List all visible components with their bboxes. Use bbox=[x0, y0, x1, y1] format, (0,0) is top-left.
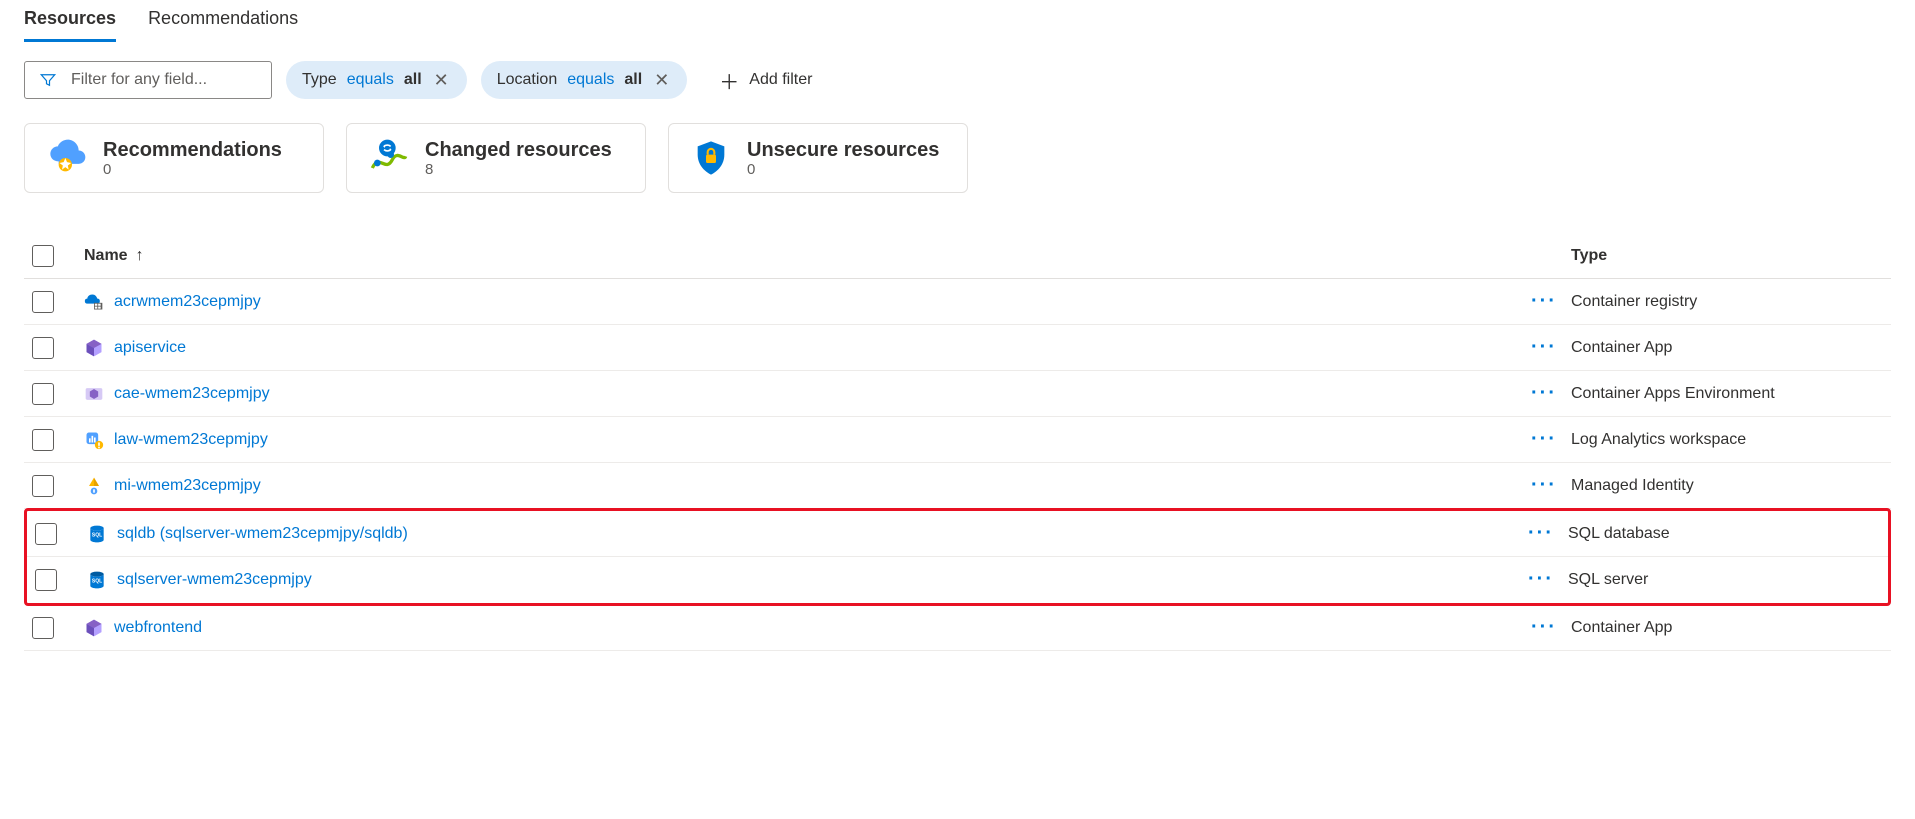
filter-pill-type[interactable]: Type equals all ✕ bbox=[286, 61, 467, 99]
highlighted-rows: SQL sqldb (sqlserver-wmem23cepmjpy/sqldb… bbox=[24, 508, 1891, 606]
resource-type: Container Apps Environment bbox=[1571, 385, 1891, 403]
resource-link[interactable]: sqldb (sqlserver-wmem23cepmjpy/sqldb) bbox=[117, 525, 408, 543]
resource-link[interactable]: acrwmem23cepmjpy bbox=[114, 293, 261, 311]
row-checkbox[interactable] bbox=[32, 383, 54, 405]
resource-link[interactable]: law-wmem23cepmjpy bbox=[114, 431, 268, 449]
resource-link[interactable]: mi-wmem23cepmjpy bbox=[114, 477, 261, 495]
pill-type-label: Type bbox=[302, 71, 337, 89]
row-more-button[interactable]: ··· bbox=[1517, 616, 1571, 639]
filter-pill-location[interactable]: Location equals all ✕ bbox=[481, 61, 688, 99]
row-more-button[interactable]: ··· bbox=[1517, 382, 1571, 405]
sql-db-icon: SQL bbox=[87, 524, 107, 544]
table-row: SQL sqldb (sqlserver-wmem23cepmjpy/sqldb… bbox=[27, 511, 1888, 557]
pill-loc-label: Location bbox=[497, 71, 558, 89]
col-type[interactable]: Type bbox=[1571, 247, 1891, 265]
summary-cards: Recommendations 0 Changed resources 8 bbox=[24, 123, 1891, 193]
row-more-button[interactable]: ··· bbox=[1514, 522, 1568, 545]
resources-table: Name ↑ Type acrwmem23cepmjpy ··· Contain… bbox=[24, 233, 1891, 651]
table-row: law-wmem23cepmjpy ··· Log Analytics work… bbox=[24, 417, 1891, 463]
row-more-button[interactable]: ··· bbox=[1514, 568, 1568, 591]
table-row: mi-wmem23cepmjpy ··· Managed Identity bbox=[24, 463, 1891, 509]
add-filter-button[interactable]: ＋ Add filter bbox=[701, 61, 830, 99]
managed-identity-icon bbox=[84, 476, 104, 496]
filter-icon bbox=[39, 71, 57, 89]
resource-link[interactable]: webfrontend bbox=[114, 619, 202, 637]
row-checkbox[interactable] bbox=[32, 429, 54, 451]
card-changed[interactable]: Changed resources 8 bbox=[346, 123, 646, 193]
unsecure-icon bbox=[691, 138, 731, 178]
row-checkbox[interactable] bbox=[32, 337, 54, 359]
row-more-button[interactable]: ··· bbox=[1517, 428, 1571, 451]
filter-input[interactable] bbox=[69, 70, 257, 90]
card-unsecure-title: Unsecure resources bbox=[747, 139, 939, 161]
resource-type: SQL server bbox=[1568, 571, 1888, 589]
row-more-button[interactable]: ··· bbox=[1517, 474, 1571, 497]
svg-text:SQL: SQL bbox=[92, 578, 102, 584]
resource-type: Managed Identity bbox=[1571, 477, 1891, 495]
row-checkbox[interactable] bbox=[32, 475, 54, 497]
row-checkbox[interactable] bbox=[32, 617, 54, 639]
row-checkbox[interactable] bbox=[32, 291, 54, 313]
container-registry-icon bbox=[84, 292, 104, 312]
pill-type-val: all bbox=[404, 71, 422, 89]
resource-link[interactable]: apiservice bbox=[114, 339, 186, 357]
row-more-button[interactable]: ··· bbox=[1517, 290, 1571, 313]
recommendations-icon bbox=[47, 138, 87, 178]
table-row: acrwmem23cepmjpy ··· Container registry bbox=[24, 279, 1891, 325]
log-analytics-icon bbox=[84, 430, 104, 450]
pill-loc-op: equals bbox=[567, 71, 614, 89]
table-header-row: Name ↑ Type bbox=[24, 233, 1891, 279]
row-checkbox[interactable] bbox=[35, 569, 57, 591]
table-row: cae-wmem23cepmjpy ··· Container Apps Env… bbox=[24, 371, 1891, 417]
filter-input-wrap[interactable] bbox=[24, 61, 272, 99]
resource-link[interactable]: sqlserver-wmem23cepmjpy bbox=[117, 571, 312, 589]
table-row: SQL sqlserver-wmem23cepmjpy ··· SQL serv… bbox=[27, 557, 1888, 603]
filter-bar: Type equals all ✕ Location equals all ✕ … bbox=[24, 61, 1891, 99]
resource-type: Log Analytics workspace bbox=[1571, 431, 1891, 449]
tabs: Resources Recommendations bbox=[24, 0, 1891, 43]
card-unsecure-count: 0 bbox=[747, 161, 939, 178]
sort-arrow-icon: ↑ bbox=[136, 247, 144, 265]
card-recommendations[interactable]: Recommendations 0 bbox=[24, 123, 324, 193]
resource-type: SQL database bbox=[1568, 525, 1888, 543]
col-name[interactable]: Name bbox=[84, 247, 128, 265]
resource-type: Container App bbox=[1571, 339, 1891, 357]
tab-recommendations[interactable]: Recommendations bbox=[148, 0, 298, 42]
pill-loc-val: all bbox=[624, 71, 642, 89]
pill-type-close-icon[interactable]: ✕ bbox=[432, 70, 451, 91]
row-more-button[interactable]: ··· bbox=[1517, 336, 1571, 359]
select-all-checkbox[interactable] bbox=[32, 245, 54, 267]
resource-type: Container registry bbox=[1571, 293, 1891, 311]
resource-link[interactable]: cae-wmem23cepmjpy bbox=[114, 385, 270, 403]
pill-loc-close-icon[interactable]: ✕ bbox=[652, 70, 671, 91]
card-unsecure[interactable]: Unsecure resources 0 bbox=[668, 123, 968, 193]
card-recs-title: Recommendations bbox=[103, 139, 282, 161]
container-app-icon bbox=[84, 338, 104, 358]
table-row: apiservice ··· Container App bbox=[24, 325, 1891, 371]
plus-icon: ＋ bbox=[719, 66, 739, 95]
changed-icon bbox=[369, 138, 409, 178]
card-recs-count: 0 bbox=[103, 161, 282, 178]
container-env-icon bbox=[84, 384, 104, 404]
svg-text:SQL: SQL bbox=[92, 532, 102, 538]
table-row: webfrontend ··· Container App bbox=[24, 605, 1891, 651]
row-checkbox[interactable] bbox=[35, 523, 57, 545]
resource-type: Container App bbox=[1571, 619, 1891, 637]
pill-type-op: equals bbox=[347, 71, 394, 89]
card-changed-count: 8 bbox=[425, 161, 612, 178]
tab-resources[interactable]: Resources bbox=[24, 0, 116, 42]
card-changed-title: Changed resources bbox=[425, 139, 612, 161]
container-app-icon bbox=[84, 618, 104, 638]
add-filter-label: Add filter bbox=[749, 71, 812, 89]
sql-server-icon: SQL bbox=[87, 570, 107, 590]
